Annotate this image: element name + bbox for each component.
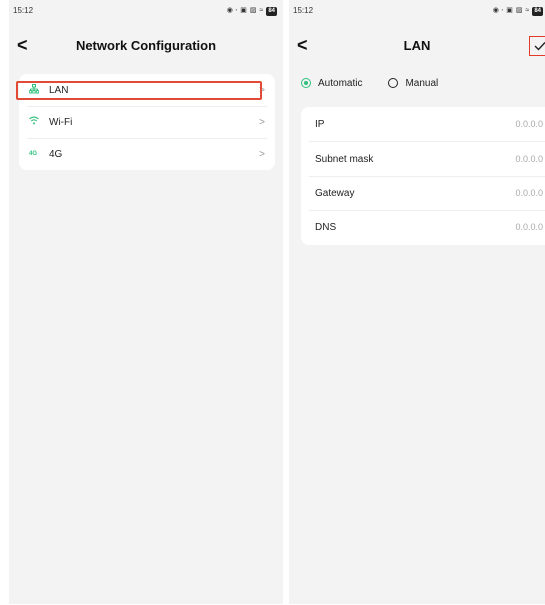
sim-icon: ▣ — [240, 7, 247, 14]
field-label: Gateway — [315, 187, 355, 199]
field-label: Subnet mask — [315, 153, 374, 165]
network-speed-icon: ▪ — [501, 7, 504, 12]
list-item-label: 4G — [49, 148, 63, 160]
field-gateway: Gateway 0.0.0.0 — [301, 176, 545, 210]
wifi-icon — [29, 116, 45, 128]
field-label: DNS — [315, 221, 337, 233]
wifi-status-icon: ≈ — [525, 7, 530, 14]
mode-label: Manual — [405, 77, 439, 89]
cellular-4g-icon: 4G — [29, 151, 38, 157]
radio-unselected-icon — [388, 78, 399, 88]
field-subnet-mask: Subnet mask 0.0.0.0 — [301, 142, 545, 176]
field-value: 0.0.0.0 — [515, 154, 543, 164]
page-title: LAN — [403, 38, 431, 53]
status-time: 15:12 — [293, 6, 314, 15]
sim-icon: ▣ — [506, 7, 513, 14]
page-title: Network Configuration — [75, 38, 217, 53]
field-label: IP — [315, 118, 325, 130]
confirm-button[interactable] — [529, 36, 545, 56]
selection-highlight — [16, 81, 262, 100]
status-icons: ◉ ▪ ▣ ▨ ≈ 84 — [493, 6, 543, 16]
screen-divider — [284, 0, 288, 605]
check-icon — [534, 42, 545, 51]
shield-icon: ◉ — [492, 7, 499, 14]
status-icons: ◉ ▪ ▣ ▨ ≈ 84 — [227, 6, 277, 16]
chevron-right-icon: > — [259, 148, 265, 160]
mode-label: Automatic — [318, 77, 363, 89]
field-ip: IP 0.0.0.0 — [301, 107, 545, 141]
battery-icon: 84 — [266, 6, 277, 16]
radio-selected-icon — [301, 78, 311, 88]
lan-fields-card: IP 0.0.0.0 Subnet mask 0.0.0.0 Gateway 0… — [301, 107, 545, 245]
wifi-status-icon: ≈ — [259, 7, 264, 14]
mode-automatic[interactable]: Automatic — [301, 78, 362, 89]
chevron-right-icon: > — [259, 116, 265, 128]
list-item-wifi[interactable]: Wi-Fi > — [19, 106, 275, 138]
shield-icon: ◉ — [226, 7, 233, 14]
field-dns: DNS 0.0.0.0 — [301, 210, 545, 244]
signal-icon: ▨ — [249, 7, 257, 14]
mode-manual[interactable]: Manual — [388, 78, 438, 89]
field-value: 0.0.0.0 — [515, 119, 543, 129]
nav-bar: < Network Configuration — [9, 34, 283, 58]
network-speed-icon: ▪ — [235, 7, 238, 12]
nav-bar: < LAN — [289, 34, 545, 58]
list-item-4g[interactable]: 4G 4G > — [19, 138, 275, 170]
signal-icon: ▨ — [515, 7, 523, 14]
battery-icon: 84 — [532, 6, 543, 16]
field-value: 0.0.0.0 — [515, 222, 543, 232]
network-config-screen: 15:12 ◉ ▪ ▣ ▨ ≈ 84 < Network Configurati… — [9, 0, 283, 604]
status-time: 15:12 — [13, 6, 34, 15]
lan-settings-screen: 15:12 ◉ ▪ ▣ ▨ ≈ 84 < LAN Automatic Manua… — [289, 0, 545, 604]
ip-mode-selector: Automatic Manual — [301, 75, 545, 91]
field-value: 0.0.0.0 — [515, 188, 543, 198]
status-bar: 15:12 ◉ ▪ ▣ ▨ ≈ 84 — [289, 6, 545, 20]
status-bar: 15:12 ◉ ▪ ▣ ▨ ≈ 84 — [9, 6, 283, 20]
list-item-label: Wi-Fi — [49, 116, 73, 128]
